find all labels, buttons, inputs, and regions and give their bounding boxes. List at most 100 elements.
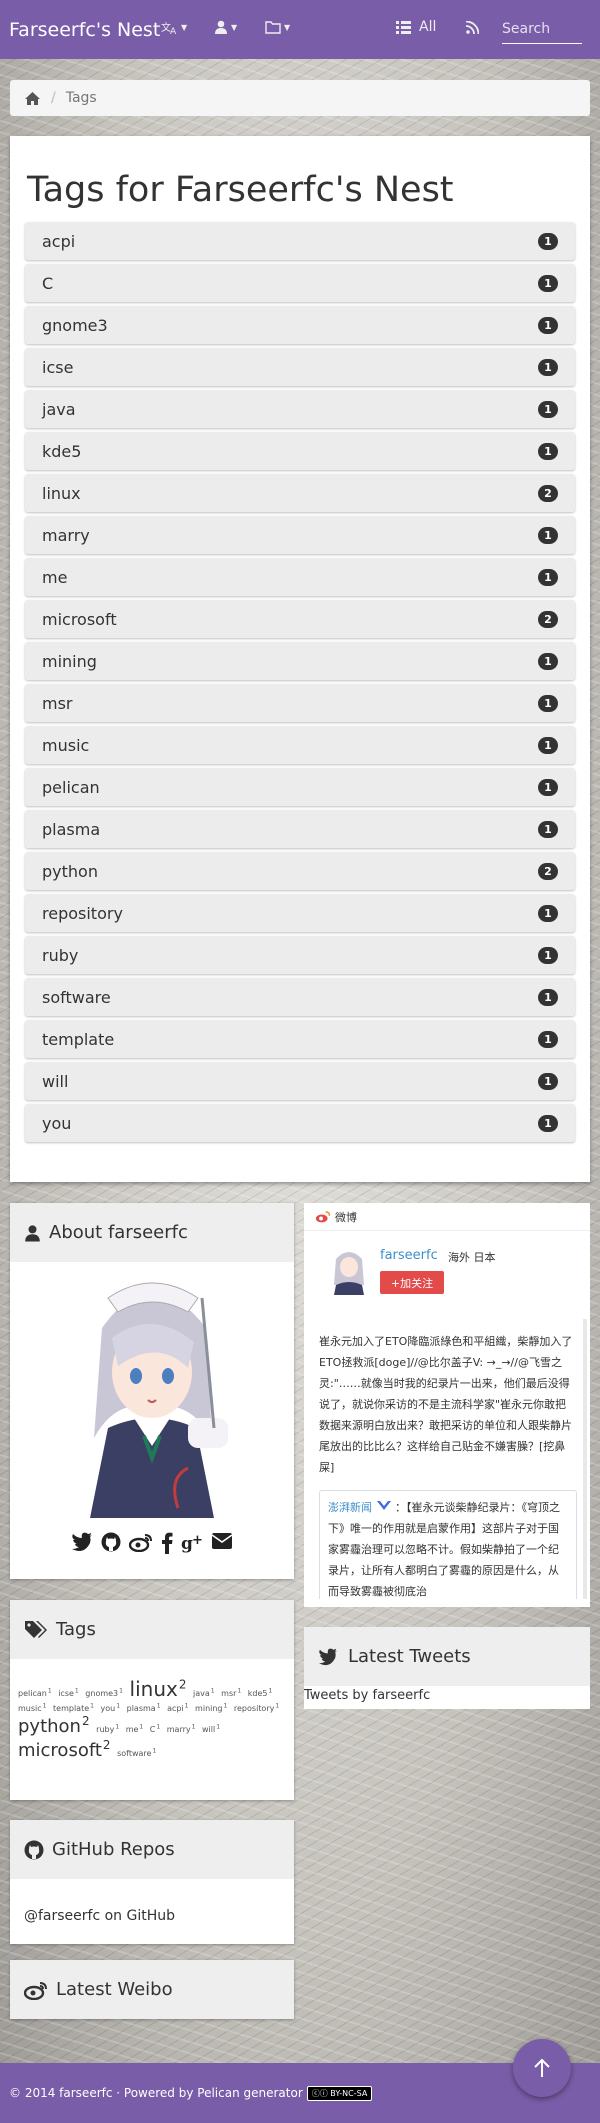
tagcloud-item[interactable]: repository1 xyxy=(234,1702,279,1713)
tagcloud-item[interactable]: plasma1 xyxy=(126,1702,161,1713)
weibo-repost-author[interactable]: 澎湃新闻 xyxy=(328,1501,372,1514)
breadcrumb-separator: / xyxy=(51,90,56,106)
weibo-post-text: 崔永元加入了ETO降臨派綠色和平組織，柴靜加入了ETO拯救派[doge]//@比… xyxy=(319,1335,573,1474)
tag-item-ruby[interactable]: ruby 1 xyxy=(25,936,575,974)
tag-count-badge: 1 xyxy=(538,904,558,922)
category-menu[interactable]: ▼ xyxy=(265,20,290,34)
tagcloud-item[interactable]: linux2 xyxy=(130,1677,187,1701)
tag-item-microsoft[interactable]: microsoft 2 xyxy=(25,600,575,638)
tag-name: mining xyxy=(42,651,97,671)
tag-item-kde5[interactable]: kde5 1 xyxy=(25,432,575,470)
tag-item-template[interactable]: template 1 xyxy=(25,1020,575,1058)
language-menu[interactable]: 文A ▼ xyxy=(161,20,187,35)
search-input[interactable] xyxy=(502,14,582,44)
tagcloud-item[interactable]: marry1 xyxy=(167,1723,196,1734)
weibo-avatar[interactable] xyxy=(326,1245,372,1295)
weibo-user-name[interactable]: farseerfc xyxy=(380,1248,438,1263)
tag-item-music[interactable]: music 1 xyxy=(25,726,575,764)
home-icon[interactable] xyxy=(24,91,41,106)
tag-name: marry xyxy=(42,525,90,545)
tag-item-marry[interactable]: marry 1 xyxy=(25,516,575,554)
tagcloud-item[interactable]: mining1 xyxy=(195,1702,227,1713)
tagcloud-item-count: 1 xyxy=(156,1702,161,1709)
tagcloud-item-name: mining xyxy=(195,1703,223,1713)
social-links: g + xyxy=(10,1532,294,1554)
github-profile-link[interactable]: @farseerfc on GitHub xyxy=(24,1908,175,1924)
tag-item-acpi[interactable]: acpi 1 xyxy=(25,222,575,260)
tweets-by-link[interactable]: Tweets by farseerfc xyxy=(304,1688,430,1703)
tag-item-java[interactable]: java 1 xyxy=(25,390,575,428)
tag-item-you[interactable]: you 1 xyxy=(25,1104,575,1142)
tagcloud-item-count: 2 xyxy=(102,1738,111,1753)
github-card-header: GitHub Repos xyxy=(10,1820,294,1879)
github-icon[interactable] xyxy=(101,1532,121,1552)
weibo-icon[interactable] xyxy=(129,1532,153,1552)
mail-icon[interactable] xyxy=(211,1532,233,1550)
tag-item-me[interactable]: me 1 xyxy=(25,558,575,596)
tag-count-badge: 1 xyxy=(538,526,558,544)
verified-icon xyxy=(376,1501,391,1510)
tagcloud-item-count: 1 xyxy=(90,1702,94,1709)
tagcloud-item[interactable]: acpi1 xyxy=(167,1702,188,1713)
tagcloud-item[interactable]: icse1 xyxy=(58,1687,79,1698)
site-brand[interactable]: Farseerfc's Nest xyxy=(9,19,160,41)
tagcloud-item[interactable]: template1 xyxy=(53,1702,94,1713)
twitter-icon[interactable] xyxy=(71,1532,93,1552)
google-plus-icon[interactable]: g + xyxy=(181,1532,203,1554)
tagcloud-item-count: 1 xyxy=(216,1723,221,1730)
tag-item-plasma[interactable]: plasma 1 xyxy=(25,810,575,848)
twitter-icon xyxy=(319,1648,337,1665)
tag-item-c[interactable]: C1 xyxy=(25,264,575,302)
tagcloud-item-count: 1 xyxy=(119,1687,123,1695)
tagcloud-item-count: 1 xyxy=(210,1687,215,1695)
tag-name: microsoft xyxy=(42,609,117,629)
weibo-scrollbar[interactable] xyxy=(583,1319,587,1599)
language-icon: 文A xyxy=(161,21,177,35)
tag-item-software[interactable]: software 1 xyxy=(25,978,575,1016)
tagcloud-item[interactable]: me1 xyxy=(126,1723,144,1734)
user-menu[interactable]: ▼ xyxy=(214,20,237,34)
github-icon xyxy=(24,1840,44,1859)
all-posts-link[interactable]: All xyxy=(396,19,436,35)
tagcloud-item[interactable]: will1 xyxy=(202,1723,221,1734)
tagcloud-item[interactable]: software1 xyxy=(117,1748,156,1759)
tagcloud-item[interactable]: microsoft2 xyxy=(18,1738,111,1762)
tag-item-icse[interactable]: icse 1 xyxy=(25,348,575,386)
tag-name: python xyxy=(42,861,98,881)
facebook-icon[interactable] xyxy=(161,1532,173,1554)
tagcloud-item[interactable]: java1 xyxy=(193,1687,215,1698)
rss-link[interactable] xyxy=(466,21,479,34)
tag-item-linux[interactable]: linux 2 xyxy=(25,474,575,512)
about-title: About farseerfc xyxy=(49,1222,188,1243)
tagcloud-item[interactable]: python2 xyxy=(18,1714,90,1737)
tag-item-python[interactable]: python 2 xyxy=(25,852,575,890)
tagcloud-item[interactable]: music1 xyxy=(18,1702,46,1713)
tag-item-will[interactable]: will 1 xyxy=(25,1062,575,1100)
tagcloud-item[interactable]: C1 xyxy=(150,1723,160,1734)
footer-text: © 2014 farseerfc · Powered by Pelican ge… xyxy=(9,2086,303,2100)
tagcloud-item-name: msr xyxy=(221,1689,237,1698)
tagcloud-item-name: music xyxy=(18,1703,42,1713)
arrow-up-icon xyxy=(534,2058,550,2077)
follow-button[interactable]: +加关注 xyxy=(380,1271,444,1294)
tagcloud-item[interactable]: kde51 xyxy=(248,1687,273,1698)
tag-list: acpi 1 C 1 gnome3 1 icse 1 java 1 kde5 1 linux 2 marry… xyxy=(25,222,575,1146)
tag-item-msr[interactable]: msr 1 xyxy=(25,684,575,722)
tag-item-pelican[interactable]: pelican 1 xyxy=(25,768,575,806)
tagcloud-item-name: microsoft xyxy=(18,1740,102,1762)
tag-item-repository[interactable]: repository 1 xyxy=(25,894,575,932)
tagcloud-item-name: plasma xyxy=(126,1703,156,1713)
tagcloud-item[interactable]: you1 xyxy=(101,1702,121,1713)
back-to-top-button[interactable] xyxy=(513,2039,571,2097)
weibo-widget: 微博 farseerfc 海外 日本 +加关注 崔永元加入了ETO降臨派綠色和平… xyxy=(304,1203,590,1607)
tagcloud-item[interactable]: ruby1 xyxy=(96,1723,119,1734)
license-badge[interactable]: ⓒⓘ BY-NC-SA xyxy=(306,2085,373,2101)
tagcloud-item-name: java xyxy=(193,1689,210,1698)
tag-item-gnome3[interactable]: gnome3 1 xyxy=(25,306,575,344)
tagcloud-item[interactable]: msr1 xyxy=(221,1687,241,1698)
tagcloud-item[interactable]: pelican1 xyxy=(18,1687,52,1698)
tag-item-mining[interactable]: mining 1 xyxy=(25,642,575,680)
weibo-icon xyxy=(24,1981,47,2000)
tagcloud-item[interactable]: gnome31 xyxy=(85,1687,123,1698)
tag-name: software xyxy=(42,987,111,1007)
